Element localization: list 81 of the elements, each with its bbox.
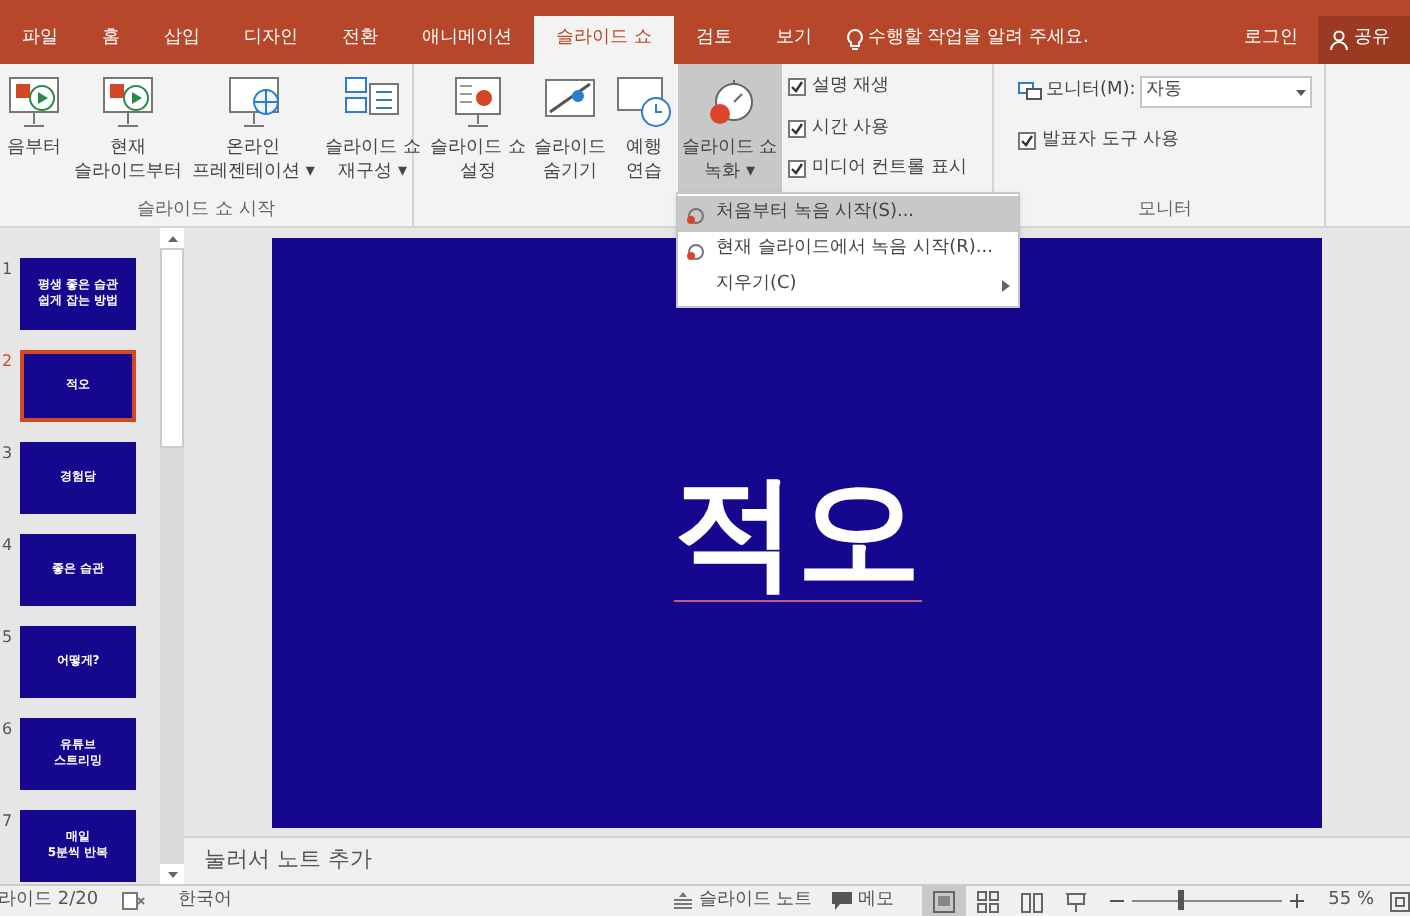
monitor-dropdown[interactable]: 자동	[1139, 76, 1312, 108]
comments-button[interactable]: 메모	[832, 887, 895, 915]
slide-title[interactable]: 적오	[673, 463, 921, 603]
slide-number: 6	[2, 718, 15, 742]
down-arrow-icon	[167, 871, 177, 877]
stopwatch-record-icon	[686, 241, 704, 259]
zoom-percentage[interactable]: 55 %	[1328, 887, 1374, 915]
zoom-in-button[interactable]	[1290, 894, 1305, 908]
scroll-thumb[interactable]	[160, 248, 184, 448]
scroll-up-button[interactable]	[160, 228, 184, 248]
ribbon-tab[interactable]: 삽입	[142, 16, 222, 64]
submenu-arrow-icon	[1002, 280, 1010, 292]
ribbon-button[interactable]: 슬라이드 숨기기	[529, 64, 610, 196]
checkbox[interactable]	[787, 119, 806, 138]
ribbon-tab[interactable]: 애니메이션	[400, 16, 534, 64]
language-indicator[interactable]: 한국어	[178, 887, 233, 915]
checkmark-icon	[789, 162, 804, 177]
menu-item[interactable]: 현재 슬라이드에서 녹음 시작(R)...	[678, 232, 1018, 268]
slide-number: 1	[2, 258, 15, 282]
sign-in-link[interactable]: 로그인	[1224, 16, 1318, 64]
person-icon	[1330, 30, 1348, 50]
scrollbar[interactable]	[160, 228, 184, 884]
slide-number: 4	[2, 534, 15, 558]
monitor-label: 모니터(M):	[1046, 78, 1136, 105]
share-button[interactable]: 공유	[1318, 16, 1410, 64]
view-button[interactable]	[922, 885, 967, 916]
ribbon-tab[interactable]: 슬라이드 쇼	[534, 16, 674, 64]
menu-item[interactable]: 지우기(C)	[678, 268, 1018, 304]
book-view-icon	[1020, 889, 1045, 913]
checkmark-icon	[1020, 134, 1034, 149]
checkmark-icon	[789, 121, 804, 136]
ribbon-tab[interactable]: 파일	[0, 16, 80, 64]
tell-me-field[interactable]: 수행할 작업을 알려 주세요.	[867, 26, 1089, 54]
dropdown-caret-icon	[1296, 89, 1306, 95]
up-arrow-icon	[167, 235, 177, 241]
ribbon-tab[interactable]: 전환	[320, 16, 400, 64]
ribbon-tab[interactable]: 디자인	[222, 16, 320, 64]
normal-view-icon	[932, 889, 957, 913]
grid-view-icon	[976, 889, 1001, 913]
screen-globe-icon	[223, 72, 284, 132]
group-label: 모니터	[1136, 198, 1194, 224]
checkbox[interactable]	[787, 160, 806, 179]
comment-icon	[832, 892, 853, 910]
checkbox[interactable]	[1018, 132, 1036, 151]
notes-icon	[674, 892, 693, 910]
scroll-down-button[interactable]	[160, 864, 184, 884]
checkmark-icon	[789, 80, 804, 95]
ribbon-button[interactable]: 음부터	[0, 64, 68, 196]
slide-timer-icon	[613, 72, 674, 132]
ribbon-tab[interactable]: 검토	[673, 16, 754, 64]
ribbon-button[interactable]: 슬라이드 쇼 녹화 ▾	[677, 64, 782, 196]
spelling-check-icon	[122, 892, 147, 910]
notes-placeholder[interactable]: 눌러서 노트 추가	[184, 836, 1410, 884]
zoom-out-button[interactable]	[1110, 894, 1125, 908]
notes-button[interactable]: 슬라이드 노트	[674, 887, 813, 915]
projector-icon	[1064, 889, 1089, 913]
slide-number: 2	[2, 350, 15, 374]
ribbon-tab[interactable]: 홈	[80, 16, 142, 64]
ribbon-button[interactable]: 온라인 프레젠테이션 ▾	[188, 64, 319, 196]
slide-position: 라이드 2/20	[0, 887, 99, 914]
checkbox-label: 설명 재생	[811, 74, 890, 100]
ribbon-button[interactable]: 슬라이드 쇼 설정	[426, 64, 530, 196]
zoom-slider-thumb[interactable]	[1177, 890, 1184, 910]
checkbox-label: 발표자 도구 사용	[1042, 128, 1180, 154]
checkbox[interactable]	[787, 78, 806, 97]
slide-number: 7	[2, 810, 15, 834]
ribbon-tab[interactable]: 보기	[753, 16, 834, 64]
checkbox-label: 미디어 컨트롤 표시	[811, 156, 967, 182]
slide-number: 5	[2, 626, 15, 650]
menu-item[interactable]: 처음부터 녹음 시작(S)...	[678, 196, 1018, 232]
screen-play-icon	[98, 72, 158, 132]
monitors-icon	[1018, 82, 1042, 102]
ribbon-button[interactable]: 예행 연습	[609, 64, 678, 196]
ribbon-button[interactable]: 슬라이드 쇼 재구성 ▾	[320, 64, 425, 196]
group-label: 슬라이드 쇼 시작	[135, 198, 277, 224]
checkbox-label: 시간 사용	[811, 115, 890, 141]
stopwatch-record-icon	[686, 205, 704, 223]
fit-to-window-icon	[1390, 891, 1410, 911]
ribbon-button[interactable]: 현재 슬라이드부터	[70, 64, 186, 196]
lightbulb-icon	[845, 28, 864, 52]
slide-number: 3	[2, 442, 15, 466]
